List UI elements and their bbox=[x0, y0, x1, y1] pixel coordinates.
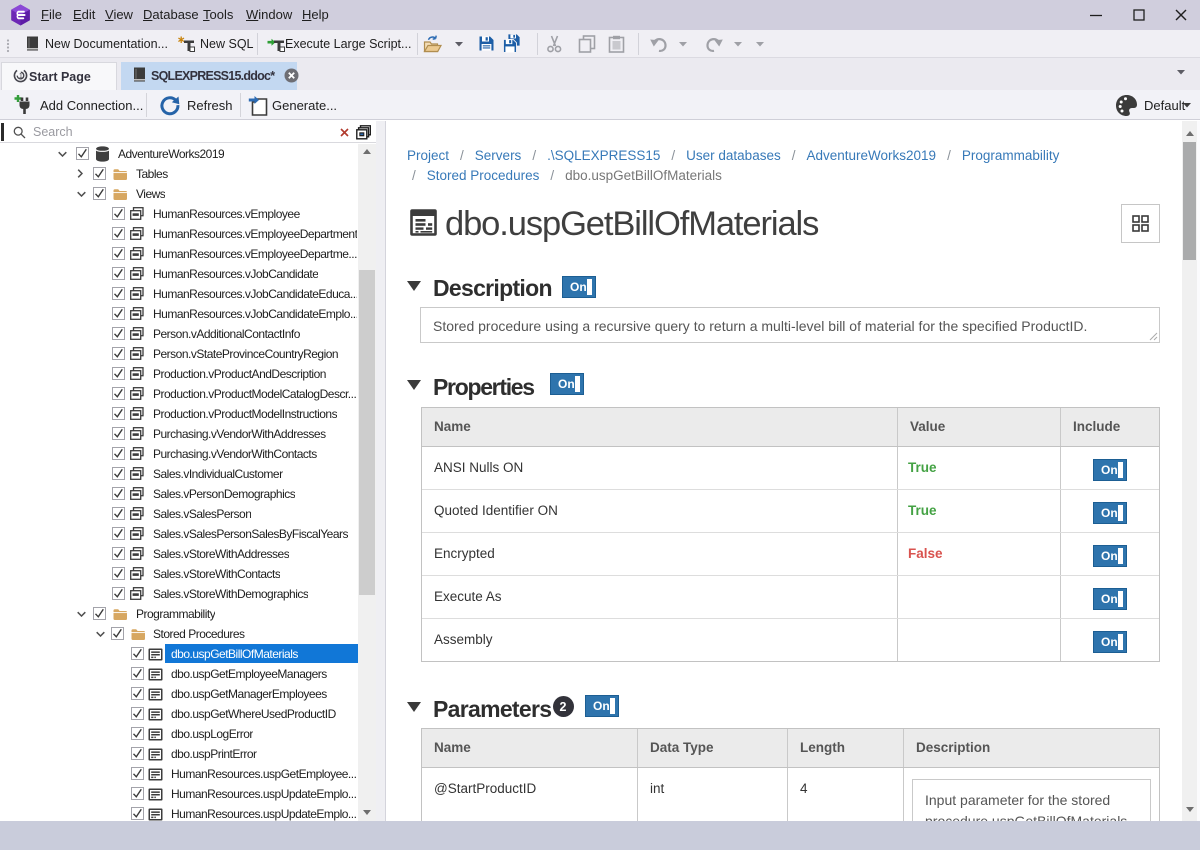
svg-text:1: 1 bbox=[19, 71, 23, 80]
